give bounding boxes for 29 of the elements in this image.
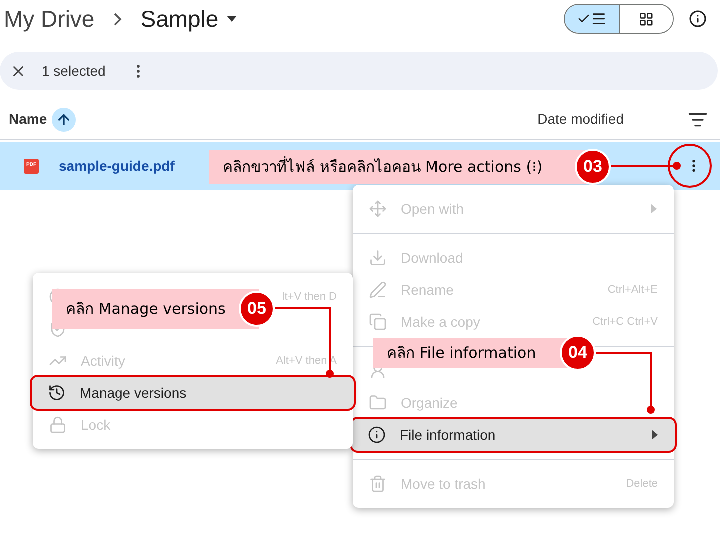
submenu-arrow-icon (650, 204, 658, 214)
grid-icon (639, 12, 654, 26)
copy-icon (369, 313, 387, 331)
selection-count: 1 selected (42, 62, 106, 80)
submenu-arrow-icon (651, 430, 659, 440)
breadcrumb-item[interactable]: My Drive (4, 2, 95, 36)
move-arrows-icon (369, 200, 387, 218)
shortcut-text: lt+V then D (282, 290, 337, 305)
list-icon (591, 11, 607, 27)
download-icon (369, 249, 387, 267)
leader-line (611, 162, 681, 170)
grid-view-button[interactable] (619, 5, 673, 33)
chevron-icon (114, 12, 122, 26)
folder-icon (369, 394, 387, 412)
lock-icon (49, 416, 67, 434)
file-name: sample-guide.pdf (59, 156, 175, 176)
column-header[interactable]: Date modified (538, 109, 624, 130)
dropdown-caret-icon[interactable] (226, 16, 237, 22)
info-icon[interactable] (689, 10, 707, 28)
info-icon (368, 426, 386, 444)
trash-icon (369, 475, 387, 493)
menu-item[interactable]: Manage versions (32, 377, 354, 409)
pencil-icon (369, 281, 387, 299)
breadcrumb-item[interactable]: Sample (140, 2, 219, 36)
history-icon (48, 384, 66, 402)
list-view-button[interactable] (565, 5, 619, 33)
leader-line (596, 352, 655, 414)
column-header[interactable]: Name (9, 109, 48, 130)
menu-item[interactable]: File information (352, 419, 675, 451)
